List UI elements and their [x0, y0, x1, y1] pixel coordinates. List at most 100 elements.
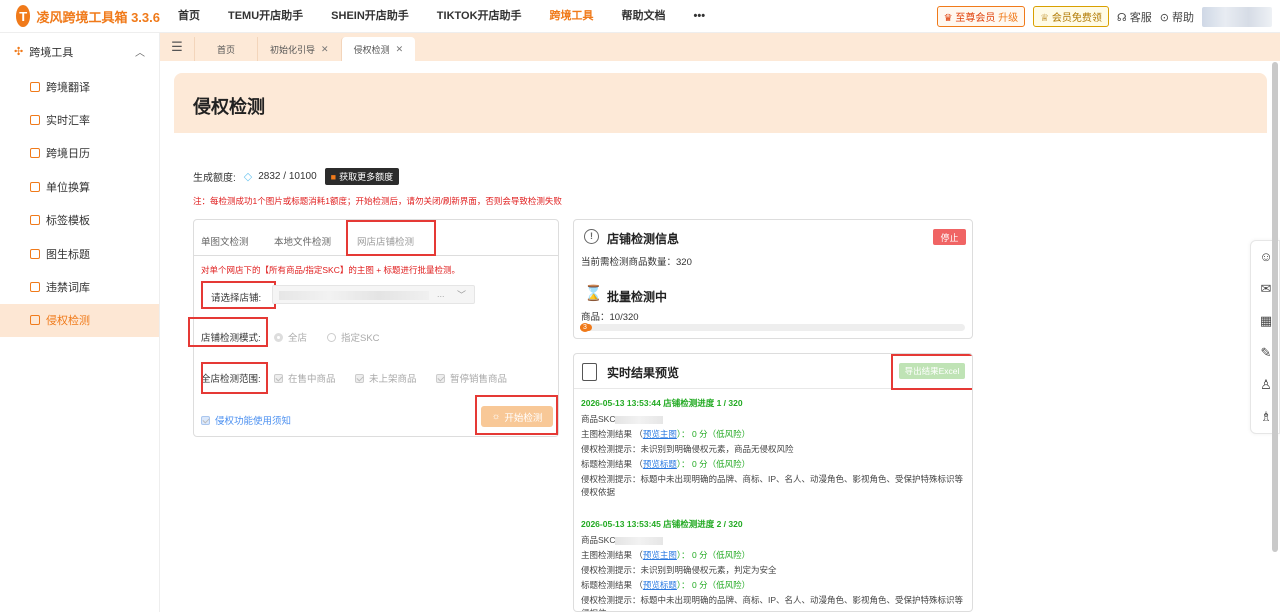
sidebar-item-label: 跨境日历: [46, 148, 90, 161]
chevron-up-icon: ︿: [135, 48, 145, 59]
record-title-result: 标题检测结果 （预览标题）： 0 分（低风险）: [581, 458, 971, 473]
tab-infringement[interactable]: 侵权检测 ✕: [340, 37, 416, 61]
sidebar-item-label: 侵权检测: [46, 315, 90, 328]
skc-value: [615, 415, 664, 424]
tab-label: 侵权检测: [353, 44, 390, 55]
sidebar-item-exchange-rate[interactable]: 实时汇率: [0, 103, 159, 136]
shield-icon: [30, 315, 40, 326]
range-option-unlisted[interactable]: 未上架商品: [355, 371, 417, 385]
nav-more-icon[interactable]: •••: [680, 0, 720, 33]
tag-icon: [30, 215, 40, 226]
translate-icon: [30, 81, 40, 92]
nav-cross-border-tools[interactable]: 跨境工具: [536, 0, 608, 33]
checkbox-icon: [274, 373, 283, 383]
app-logo[interactable]: T 凌风跨境工具箱 3.3.6: [0, 5, 160, 27]
highlight-box: [346, 220, 436, 256]
stop-button[interactable]: 停止: [933, 229, 966, 245]
highlight-box: [201, 362, 268, 394]
customer-service-link[interactable]: ☊ 客服: [1117, 9, 1152, 25]
image-icon: [30, 248, 40, 259]
sidebar-item-banned-words[interactable]: 违禁词库: [0, 270, 159, 303]
sidebar-item-unit-convert[interactable]: 单位换算: [0, 170, 159, 203]
shop-select-ellipsis: ...: [437, 289, 445, 299]
tab-label: 首页: [217, 44, 236, 55]
chevron-down-icon: ﹀: [456, 290, 466, 300]
sidebar-item-label: 标签模板: [46, 215, 90, 228]
sidebar-item-image-title[interactable]: 图生标题: [0, 237, 159, 270]
quota-value: 2832 / 10100: [258, 171, 317, 182]
sidebar-item-calendar[interactable]: 跨境日历: [0, 137, 159, 170]
help-label: 帮助: [1172, 11, 1194, 24]
subtab-local-file[interactable]: 本地文件检测: [274, 234, 331, 248]
tab-label: 初始化引导: [270, 44, 316, 55]
nav-shein[interactable]: SHEIN开店助手: [317, 0, 423, 33]
free-member-button[interactable]: ♕ 会员免费领: [1033, 6, 1109, 27]
tab-home[interactable]: 首页: [194, 37, 257, 61]
batch-status-title: 批量检测中: [607, 290, 668, 304]
scrollbar[interactable]: [1272, 62, 1278, 552]
mode-option-skc[interactable]: 指定SKC: [327, 330, 380, 344]
help-link[interactable]: ⊙ 帮助: [1160, 9, 1194, 25]
nav-temu[interactable]: TEMU开店助手: [214, 0, 317, 33]
shop-select[interactable]: ... ﹀: [272, 285, 475, 304]
preview-title-link[interactable]: 预览标题: [643, 580, 677, 590]
upgrade-label: 至尊会员: [955, 13, 996, 24]
record-main-hint: 侵权检测提示：未识别到明确侵权元素，判定为安全: [581, 565, 777, 575]
range-option-paused[interactable]: 暂停销售商品: [436, 371, 507, 385]
range-option-label: 在售中商品: [288, 374, 336, 385]
skc-label: 商品SKC: [581, 414, 616, 424]
record-title-hint: 侵权检测提示：标题中未出现明确的品牌、商标、IP、名人、动漫角色、影视角色、受保…: [581, 595, 964, 611]
checkbox-icon: [355, 373, 364, 383]
nav-help-docs[interactable]: 帮助文档: [608, 0, 680, 33]
nav-tiktok[interactable]: TIKTOK开店助手: [423, 0, 536, 33]
results-panel: 实时结果预览 导出结果Excel 2026-05-13 13:53:44 店铺检…: [573, 353, 973, 612]
main-score: ）： 0 分（低风险）: [676, 429, 751, 439]
skc-value: [615, 536, 664, 545]
mode-option-all[interactable]: 全店: [274, 330, 307, 344]
top-bar: T 凌风跨境工具箱 3.3.6 首页 TEMU开店助手 SHEIN开店助手 TI…: [0, 0, 1280, 33]
checkbox-icon: [436, 373, 445, 383]
top-right-actions: ♛ 至尊会员 升级 ♕ 会员免费领 ☊ 客服 ⊙ 帮助: [936, 0, 1272, 33]
sidebar-item-infringement[interactable]: 侵权检测: [0, 303, 159, 338]
main-result-label: 主图检测结果 （: [581, 550, 643, 560]
range-option-label: 未上架商品: [369, 374, 417, 385]
nav-home[interactable]: 首页: [164, 0, 214, 33]
get-more-quota-button[interactable]: ■ 获取更多额度: [324, 168, 400, 185]
tab-strip: ☰ 首页 初始化引导 ✕ 侵权检测 ✕: [160, 33, 1280, 61]
gift-icon: ■: [330, 172, 337, 182]
highlight-box: [475, 395, 558, 435]
tab-init-guide[interactable]: 初始化引导 ✕: [257, 37, 341, 61]
highlight-box: [188, 317, 268, 347]
sidebar-item-label: 单位换算: [46, 181, 90, 194]
range-option-on-sale[interactable]: 在售中商品: [274, 371, 336, 385]
menu-toggle-icon[interactable]: ☰: [160, 33, 194, 61]
usage-notice: 注：每检测成功1个图片或标题消耗1额度；开始检测后，请勿关闭/刷新界面，否则会导…: [193, 196, 562, 206]
service-label: 客服: [1129, 11, 1152, 24]
preview-title-link[interactable]: 预览标题: [643, 459, 677, 469]
results-title: 实时结果预览: [607, 366, 680, 380]
radio-icon: [274, 332, 283, 342]
sidebar-group-header[interactable]: ✣ 跨境工具 ︿: [0, 33, 159, 70]
subtab-single[interactable]: 单图文检测: [201, 234, 249, 248]
record-title-result: 标题检测结果 （预览标题）： 0 分（低风险）: [581, 579, 971, 594]
result-record: 2026-05-13 13:53:45 店铺检测进度 2 / 320 商品SKC…: [581, 518, 971, 611]
close-icon[interactable]: ✕: [396, 44, 404, 55]
user-avatar[interactable]: [1202, 6, 1272, 27]
batch-progress-text: 商品：10/320: [581, 312, 639, 323]
title-result-label: 标题检测结果 （: [581, 580, 643, 590]
quota-button-label: 获取更多额度: [339, 172, 394, 182]
vip-icon: ♕: [1040, 13, 1052, 24]
upgrade-action: 升级: [998, 13, 1019, 24]
upgrade-button[interactable]: ♛ 至尊会员 升级: [936, 6, 1026, 27]
sidebar-item-translate[interactable]: 跨境翻译: [0, 70, 159, 103]
tools-icon: ✣: [14, 46, 24, 58]
exchange-icon: [30, 115, 40, 126]
sidebar-item-label-template[interactable]: 标签模板: [0, 204, 159, 237]
close-icon[interactable]: ✕: [321, 44, 329, 55]
preview-main-image-link[interactable]: 预览主图: [643, 550, 677, 560]
quota-label: 生成额度:: [193, 173, 236, 184]
shop-info-panel: ! 店铺检测信息 停止 当前需检测商品数量：320 ⌛ 批量检测中 商品：10/…: [573, 219, 973, 339]
usage-terms-checkbox[interactable]: 侵权功能使用须知: [201, 413, 291, 427]
progress-badge: 3: [580, 323, 590, 332]
preview-main-image-link[interactable]: 预览主图: [643, 429, 677, 439]
